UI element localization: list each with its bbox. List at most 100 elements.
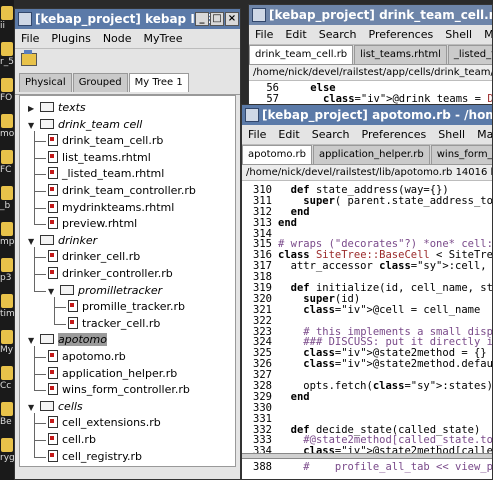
menu-item-mytree[interactable]: MyTree xyxy=(138,29,189,48)
menu-item-shell[interactable]: Shell xyxy=(439,25,478,44)
menu-item-search[interactable]: Search xyxy=(313,25,363,44)
tree-node-label: apotomo xyxy=(58,333,107,347)
desktop-icon[interactable] xyxy=(1,438,13,452)
tree-file[interactable]: drinker_cell.rb xyxy=(48,249,140,265)
tree-connector xyxy=(54,307,66,309)
tab-wins-form-c[interactable]: wins_form_c xyxy=(430,145,492,164)
project-tree-window: [kebap_project] kebap IDE _ □ × File Plug… xyxy=(14,8,241,480)
tree-file[interactable]: preview.rhtml xyxy=(48,216,137,232)
menu-item-macro[interactable]: Macro xyxy=(471,125,492,144)
tree-folder[interactable]: ▼ promilletracker xyxy=(48,283,162,299)
tree-connector xyxy=(34,290,46,292)
tree-file[interactable]: wins_form_controller.rb xyxy=(48,382,190,398)
tree-node-label: wins_form_controller.rb xyxy=(62,383,190,397)
tree-file[interactable]: _listed_team.rhtml xyxy=(48,166,164,182)
tree-folder[interactable]: ▼ drinker xyxy=(28,233,97,249)
menu-item-edit[interactable]: Edit xyxy=(279,25,312,44)
desktop-icon-label: ryge xyxy=(0,453,14,463)
maximize-icon[interactable]: □ xyxy=(210,12,224,26)
close-icon[interactable]: × xyxy=(225,12,239,26)
tree-connector xyxy=(34,246,35,291)
tab-physical[interactable]: Physical xyxy=(19,73,72,92)
tree-file[interactable]: cell_extensions.rb xyxy=(48,415,161,431)
window-menu-icon[interactable] xyxy=(18,12,32,26)
minimize-icon[interactable]: _ xyxy=(195,12,209,26)
desktop-icon[interactable] xyxy=(1,6,13,20)
menu-item-file[interactable]: File xyxy=(242,125,272,144)
desktop-icon[interactable] xyxy=(1,186,13,200)
tree-file[interactable]: tracker_cell.rb xyxy=(68,316,160,332)
desktop-icon[interactable] xyxy=(1,366,13,380)
menu-item-file[interactable]: File xyxy=(249,25,279,44)
expand-toggle-icon[interactable]: ▼ xyxy=(48,284,58,300)
tree-node-label: _listed_team.rhtml xyxy=(62,167,165,181)
desktop-icon[interactable] xyxy=(1,294,13,308)
window-title-bar[interactable]: [kebap_project] kebap IDE _ □ × xyxy=(15,9,240,29)
menu-item-shell[interactable]: Shell xyxy=(432,125,471,144)
tree-connector xyxy=(34,157,46,159)
window-menu-icon[interactable] xyxy=(252,8,266,22)
menu-item-macro[interactable]: Macro xyxy=(478,25,492,44)
code-view-split[interactable]: 388 # profile_all_tab << view_profile xyxy=(242,459,492,479)
tree-file[interactable]: apotomo.rb xyxy=(48,349,126,365)
line-text: super( parent.state_address_to(self, way… xyxy=(303,194,492,207)
desktop-icon[interactable] xyxy=(1,222,13,236)
open-folder-icon[interactable] xyxy=(21,50,37,66)
menu-item-plugins[interactable]: Plugins xyxy=(45,29,96,48)
menu-item-node[interactable]: Node xyxy=(97,29,138,48)
menu-item-edit[interactable]: Edit xyxy=(272,125,305,144)
desktop-icon[interactable] xyxy=(1,258,13,272)
desktop-icon[interactable] xyxy=(1,330,13,344)
ruby-file-icon xyxy=(48,184,58,196)
code-view[interactable]: 310 def state_address(way={}) 311 super( … xyxy=(242,181,492,453)
project-tree[interactable]: ▶ texts ▼ drink_team cell drink_team_cell.rb… xyxy=(19,95,236,467)
tree-connector xyxy=(34,440,46,441)
tree-file[interactable]: drink_team_controller.rb xyxy=(48,183,196,199)
tree-folder[interactable]: ▼ drink_team cell xyxy=(28,117,142,133)
window-title-bar[interactable]: [kebap_project] apotomo.rb - /home/nick/… xyxy=(242,105,492,125)
menu-item-preferences[interactable]: Preferences xyxy=(356,125,433,144)
desktop-icon[interactable] xyxy=(1,402,13,416)
expand-toggle-icon[interactable]: ▼ xyxy=(28,333,38,349)
expand-toggle-icon[interactable]: ▼ xyxy=(28,400,38,416)
tab--listed-team-r[interactable]: _listed_team.r xyxy=(447,45,492,64)
tree-file[interactable]: cell.rb xyxy=(48,432,96,448)
desktop-icon-label: ii xyxy=(0,21,6,31)
desktop-icon[interactable] xyxy=(1,78,13,92)
tree-file[interactable]: drinker_controller.rb xyxy=(48,266,173,282)
tree-file[interactable]: list_teams.rhtml xyxy=(48,150,151,166)
tab-drink-team-cell-rb[interactable]: drink_team_cell.rb xyxy=(249,45,354,64)
line-text: attr_accessor class="sy">:cell, class="s… xyxy=(278,260,492,273)
tree-node-label: drinker_cell.rb xyxy=(62,250,141,264)
tab-list-teams-rhtml[interactable]: list_teams.rhtml xyxy=(354,45,447,64)
tree-folder[interactable]: ▼ cells xyxy=(28,399,83,415)
menu-item-search[interactable]: Search xyxy=(306,125,356,144)
window-title-bar[interactable]: [kebap_project] drink_team_cell.rb - /ho… xyxy=(249,5,492,25)
tab-my-tree-1[interactable]: My Tree 1 xyxy=(128,73,189,92)
window-title: [kebap_project] kebap IDE xyxy=(35,12,213,26)
tree-file[interactable]: promille_tracker.rb xyxy=(68,299,185,315)
expand-toggle-icon[interactable]: ▶ xyxy=(28,101,38,117)
tree-folder[interactable]: ▶ texts xyxy=(28,100,86,116)
code-line: 326 class="iv">@state2method.default = s… xyxy=(242,359,492,370)
ruby-file-icon xyxy=(48,350,58,362)
desktop-icon[interactable] xyxy=(1,150,13,164)
tab-grouped[interactable]: Grouped xyxy=(72,73,128,92)
tree-folder[interactable]: ▼ apotomo xyxy=(28,332,107,348)
tree-file[interactable]: mydrinkteams.rhtml xyxy=(48,200,174,216)
window-menu-icon[interactable] xyxy=(245,108,259,122)
tree-connector xyxy=(34,207,46,209)
menu-item-file[interactable]: File xyxy=(15,29,45,48)
desktop-icon[interactable] xyxy=(1,42,13,56)
tab-application-helper-rb[interactable]: application_helper.rb xyxy=(312,145,430,164)
expand-toggle-icon[interactable]: ▼ xyxy=(28,118,38,134)
tree-file[interactable]: application_helper.rb xyxy=(48,366,177,382)
toolbar xyxy=(15,49,240,73)
menu-item-preferences[interactable]: Preferences xyxy=(363,25,440,44)
tree-node-label: drink_team_controller.rb xyxy=(62,184,196,197)
tree-file[interactable]: cell_registry.rb xyxy=(48,449,142,465)
expand-toggle-icon[interactable]: ▼ xyxy=(28,234,38,250)
tree-file[interactable]: drink_team_cell.rb xyxy=(48,133,163,149)
desktop-icon[interactable] xyxy=(1,114,13,128)
tab-apotomo-rb[interactable]: apotomo.rb xyxy=(242,145,312,164)
